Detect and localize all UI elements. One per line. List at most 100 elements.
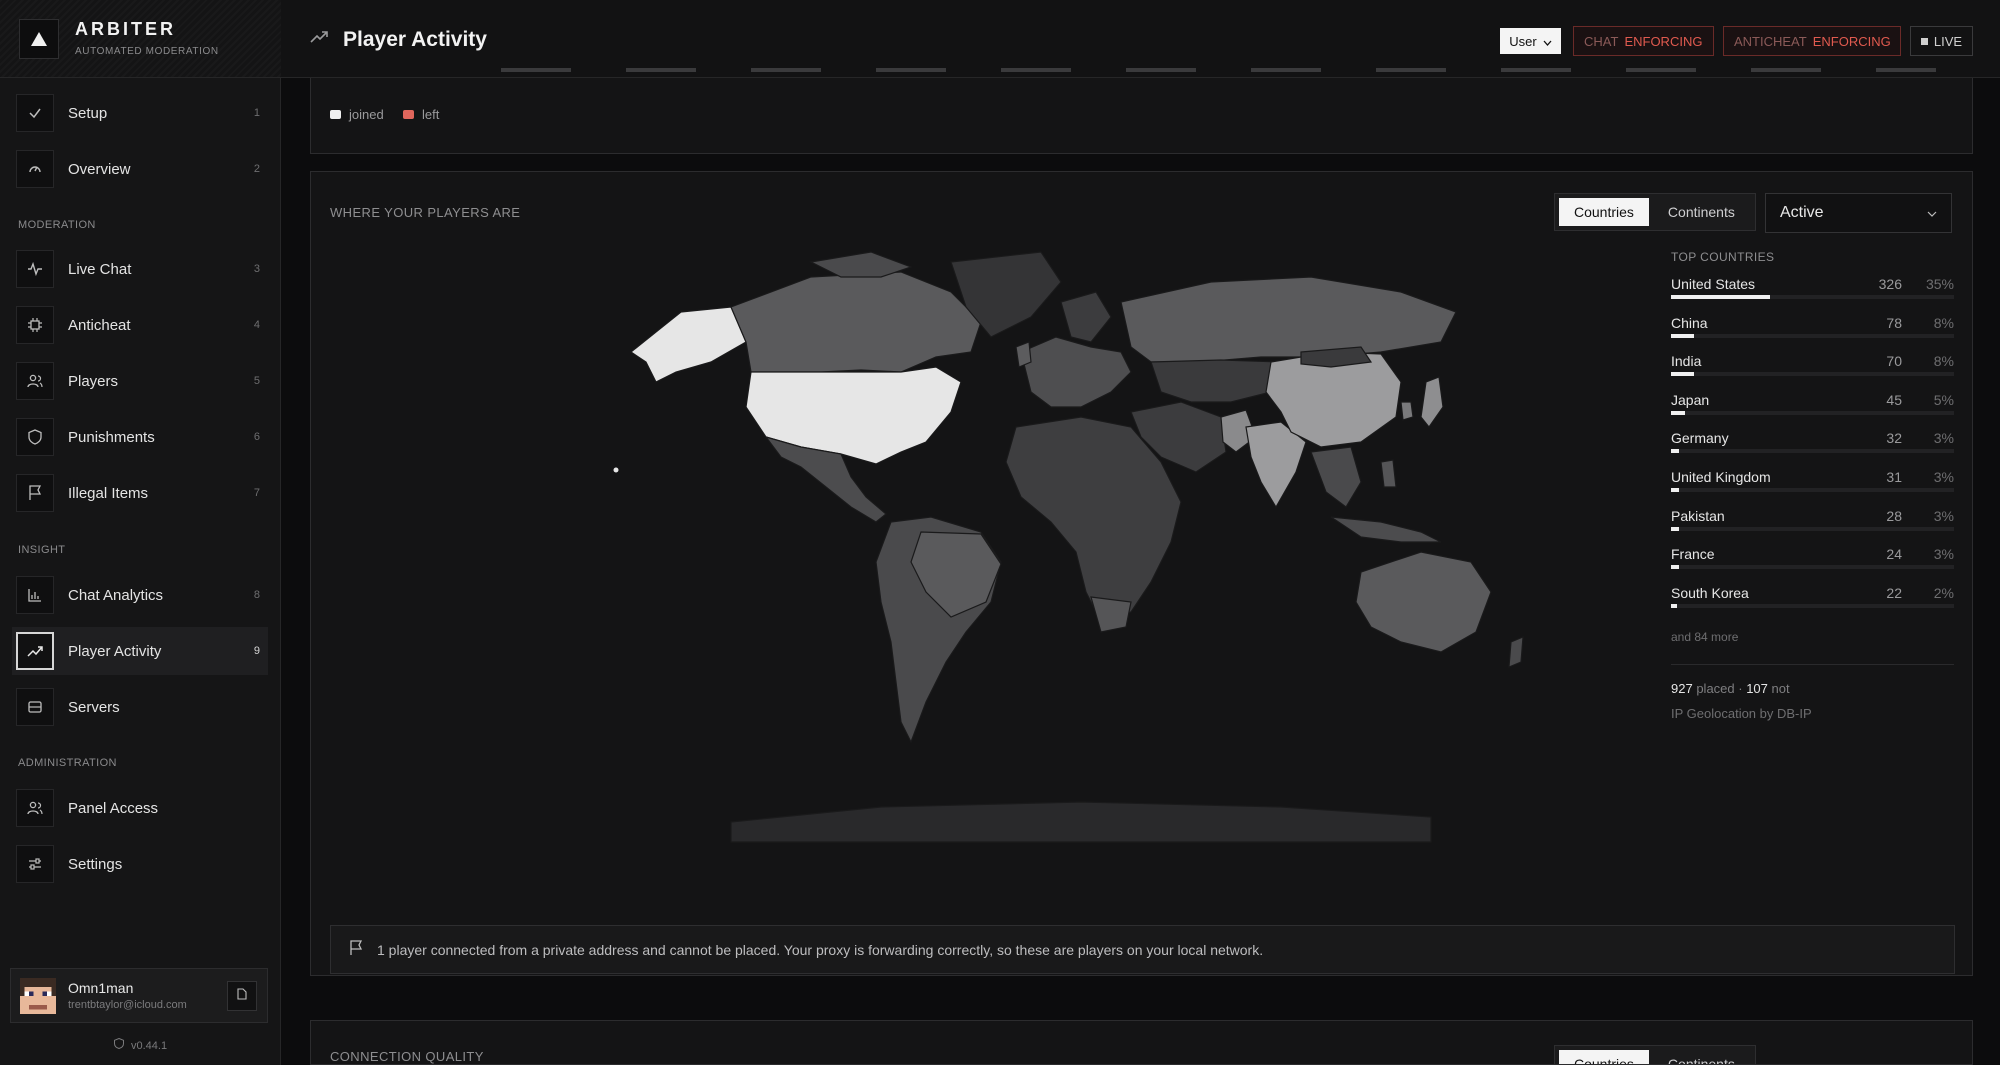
chat-status-badge[interactable]: CHAT ENFORCING (1573, 26, 1714, 56)
status-filter-select[interactable]: Active (1765, 193, 1952, 233)
map-view-toggle: Countries Continents (1554, 193, 1756, 231)
country-percent: 2% (1933, 584, 1954, 601)
sidebar-item-settings[interactable]: Settings (12, 840, 268, 888)
sidebar-item-label: Illegal Items (68, 484, 149, 502)
sidebar-item-panel-access[interactable]: Panel Access (12, 784, 268, 832)
legend-label: joined (349, 107, 384, 122)
section-label-moderation: MODERATION (18, 219, 96, 231)
country-share-bar (1671, 603, 1677, 608)
sidebar-item-shortcut: 2 (253, 163, 260, 175)
tab-continents[interactable]: Continents (1653, 1050, 1750, 1064)
country-share-track (1671, 372, 1954, 377)
chevron-down-icon (1927, 204, 1937, 222)
anticheat-status-badge[interactable]: ANTICHEAT ENFORCING (1723, 26, 1901, 56)
country-share-track (1671, 333, 1954, 338)
map-region-europe (1020, 336, 1132, 408)
users-icon (16, 362, 54, 400)
country-share-track (1671, 295, 1954, 299)
placed-label: placed (1696, 681, 1735, 696)
country-row[interactable]: United States 326 35% (1671, 276, 1954, 306)
country-share-bar (1671, 526, 1680, 531)
sidebar-item-setup[interactable]: Setup 1 (12, 89, 268, 137)
country-row[interactable]: United Kingdom 31 3% (1671, 469, 1954, 499)
version-text: v0.44.1 (130, 1040, 168, 1052)
sidebar-item-label: Setup (68, 104, 108, 122)
section-label-administration: ADMINISTRATION (18, 757, 117, 769)
country-count: 22 (1886, 584, 1902, 601)
avatar (20, 978, 56, 1014)
map-region-russia (1120, 276, 1457, 363)
country-share-bar (1671, 295, 1771, 299)
live-indicator[interactable]: LIVE (1910, 26, 1973, 56)
activity-chart-panel (310, 68, 1973, 154)
brand-title: ARBITER (75, 19, 176, 39)
country-row[interactable]: Japan 45 5% (1671, 392, 1954, 422)
country-count: 326 (1878, 276, 1902, 292)
country-name: Germany (1671, 430, 1729, 447)
sidebar-item-shortcut: 5 (253, 375, 260, 387)
map-region-canada (730, 271, 982, 373)
divider (1671, 664, 1954, 665)
sidebar-item-label: Live Chat (68, 260, 132, 278)
section-label-insight: INSIGHT (18, 544, 66, 556)
country-name: India (1671, 353, 1702, 370)
role-select[interactable]: User (1500, 28, 1561, 54)
users-icon (16, 789, 54, 827)
legend-left: left (403, 107, 439, 122)
sidebar-item-live-chat[interactable]: Live Chat 3 (12, 245, 268, 293)
map-region-south-korea (1400, 401, 1414, 421)
tab-countries[interactable]: Countries (1559, 198, 1649, 226)
connection-quality-panel: CONNECTION QUALITY Countries Continents (310, 1020, 1973, 1065)
tab-continents[interactable]: Continents (1653, 198, 1750, 226)
map-region-alaska (629, 306, 747, 383)
sidebar-item-shortcut: 3 (253, 263, 260, 275)
sidebar-item-illegal-items[interactable]: Illegal Items 7 (12, 469, 268, 517)
country-row[interactable]: India 70 8% (1671, 353, 1954, 383)
map-region-indonesia (1330, 516, 1442, 543)
country-percent: 3% (1933, 430, 1954, 447)
sidebar-item-overview[interactable]: Overview 2 (12, 145, 268, 193)
sidebar-item-players[interactable]: Players 5 (12, 357, 268, 405)
map-region-uk (1015, 341, 1032, 368)
logout-button[interactable] (227, 981, 257, 1011)
sidebar-item-label: Chat Analytics (68, 586, 164, 604)
sidebar-item-anticheat[interactable]: Anticheat 4 (12, 301, 268, 349)
country-row[interactable]: France 24 3% (1671, 546, 1954, 576)
sliders-icon (16, 845, 54, 883)
country-name: France (1671, 546, 1715, 563)
panel-title: WHERE YOUR PLAYERS ARE (330, 205, 521, 220)
country-row[interactable]: China 78 8% (1671, 315, 1954, 345)
country-count: 32 (1886, 430, 1902, 447)
map-region-philippines (1380, 459, 1397, 488)
document-icon (237, 987, 247, 1005)
user-card[interactable]: Omn1man trentbtaylor@icloud.com (10, 968, 268, 1023)
country-percent: 8% (1933, 353, 1954, 370)
trending-up-icon (16, 632, 54, 670)
sidebar-item-player-activity[interactable]: Player Activity 9 (12, 627, 268, 675)
sidebar-item-chat-analytics[interactable]: Chat Analytics 8 (12, 571, 268, 619)
country-row[interactable]: Germany 32 3% (1671, 430, 1954, 460)
geolocation-credit: IP Geolocation by DB-IP (1671, 706, 1812, 721)
map-region-new-zealand (1508, 636, 1524, 668)
pulse-icon (16, 250, 54, 288)
country-row[interactable]: Pakistan 28 3% (1671, 508, 1954, 538)
map-region-scandinavia (1060, 291, 1112, 343)
country-row[interactable]: South Korea 22 2% (1671, 585, 1954, 615)
sidebar-item-shortcut: 7 (253, 487, 260, 499)
country-count: 31 (1886, 469, 1902, 485)
country-share-bar (1671, 372, 1694, 377)
sidebar-item-label: Anticheat (68, 316, 131, 334)
arbiter-logo-icon[interactable] (19, 19, 59, 59)
sidebar-item-shortcut: 8 (253, 589, 260, 601)
sidebar-item-label: Panel Access (68, 799, 159, 817)
sidebar-item-punishments[interactable]: Punishments 6 (12, 413, 268, 461)
world-map[interactable] (481, 242, 1531, 862)
country-name: China (1671, 314, 1708, 331)
country-share-bar (1671, 333, 1694, 338)
more-countries-link[interactable]: and 84 more (1671, 630, 1738, 644)
sidebar-item-servers[interactable]: Servers (12, 683, 268, 731)
page-title: Player Activity (343, 28, 487, 51)
tab-countries[interactable]: Countries (1559, 1050, 1649, 1064)
country-share-track (1671, 603, 1954, 608)
stop-square-icon (1920, 37, 1928, 45)
